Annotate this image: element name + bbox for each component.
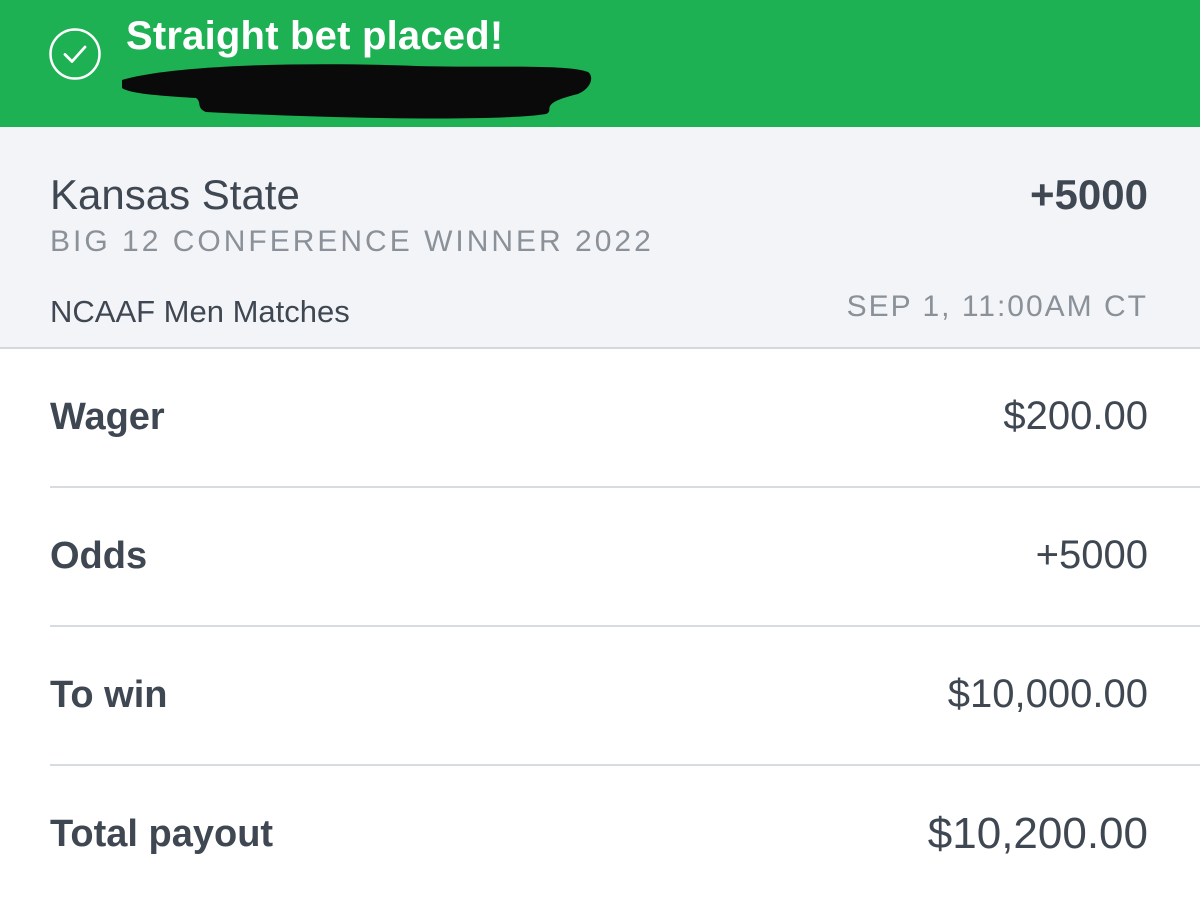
event-datetime: SEP 1, 11:00AM CT (846, 290, 1148, 323)
total-payout-value: $10,200.00 (927, 809, 1148, 858)
bet-details: Wager $200.00 Odds +5000 To win $10,000.… (0, 349, 1200, 903)
bet-confirmation-banner: Straight bet placed! (0, 0, 1200, 127)
wager-row: Wager $200.00 (50, 349, 1200, 488)
wager-label: Wager (50, 396, 165, 438)
check-circle-icon (49, 28, 101, 80)
selection-odds: +5000 (1030, 171, 1148, 218)
redaction-mark (122, 64, 592, 119)
odds-row: Odds +5000 (50, 488, 1200, 627)
to-win-row: To win $10,000.00 (50, 627, 1200, 766)
league-name: NCAAF Men Matches (50, 294, 350, 329)
total-payout-label: Total payout (50, 813, 274, 855)
banner-title: Straight bet placed! (126, 14, 504, 58)
selection-name: Kansas State (50, 171, 300, 218)
bet-selection-card: Kansas State +5000 BIG 12 CONFERENCE WIN… (0, 127, 1200, 349)
to-win-label: To win (50, 674, 168, 716)
to-win-value: $10,000.00 (947, 672, 1148, 716)
odds-label: Odds (50, 535, 148, 577)
wager-value: $200.00 (1003, 394, 1148, 438)
market-name: BIG 12 CONFERENCE WINNER 2022 (50, 225, 654, 258)
total-payout-row: Total payout $10,200.00 (50, 766, 1200, 903)
odds-value: +5000 (1035, 533, 1148, 577)
